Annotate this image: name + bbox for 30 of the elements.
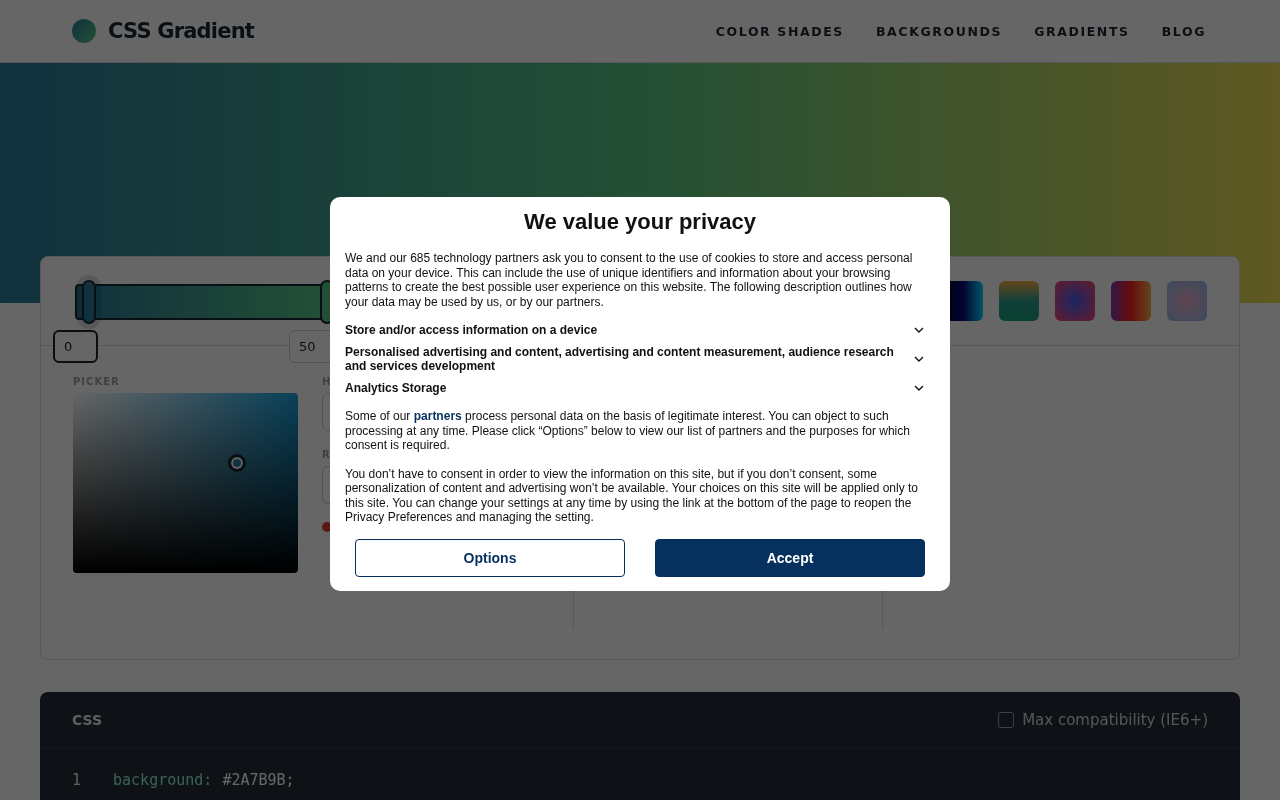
notice-text: You don’t have to consent in order to view the information on this site, but if you don’t consent, some personalization of content and advertising won’t be available. Your choices on this site will be applied only to this site. You can change your settings at any time by using the link at the bottom of the page to reopen the Privacy Preferences and managing the setting. bbox=[345, 466, 920, 525]
picker-handle[interactable] bbox=[228, 454, 246, 472]
logo-icon bbox=[72, 19, 96, 43]
dialog-title: We value your privacy bbox=[523, 209, 757, 235]
options-button[interactable]: Options bbox=[355, 538, 625, 577]
gradient-swatch[interactable] bbox=[1111, 281, 1151, 321]
logo-text[interactable]: CSS Gradient bbox=[108, 19, 255, 43]
accept-button[interactable]: Accept bbox=[655, 538, 925, 577]
partners-link[interactable]: partners bbox=[413, 409, 462, 423]
nav-link[interactable]: BACKGROUNDS bbox=[875, 23, 1003, 39]
gradient-swatch[interactable] bbox=[1055, 281, 1095, 321]
css-property: background: bbox=[113, 771, 213, 789]
gradient-swatch[interactable] bbox=[999, 281, 1039, 321]
code-title: CSS bbox=[72, 712, 103, 728]
legitimate-interest-text: Some of our partners process personal data on the basis of legitimate interest. You can object to such processing at any time. Please click “Options” below to view our list of partners and the purposes for which consent is required. bbox=[345, 409, 911, 453]
color-picker[interactable] bbox=[73, 393, 298, 573]
stop-position-input[interactable]: 0 bbox=[53, 330, 98, 363]
checkbox-icon[interactable] bbox=[998, 712, 1015, 728]
purpose-title[interactable]: Store and/or access information on a device bbox=[345, 323, 905, 337]
nav-link[interactable]: COLOR SHADES bbox=[715, 23, 844, 39]
purpose-title[interactable]: Analytics Storage bbox=[345, 381, 905, 395]
stop-handle[interactable] bbox=[82, 280, 96, 324]
css-value: #2A7B9B; bbox=[222, 771, 295, 789]
nav-link[interactable]: BLOG bbox=[1161, 23, 1206, 39]
intro-text: We and our 685 technology partners ask you to consent to the use of cookies to store and access personal data on your device. This can include the use of unique identifiers and information about your browsing patterns to create the best possible user experience on this website. The following description outlines how your data may be used by us, or by our partners. bbox=[345, 251, 914, 309]
compatibility-checkbox[interactable]: Max compatibility (IE6+) bbox=[998, 711, 1208, 729]
line-number: 1 bbox=[72, 771, 82, 789]
nav-link[interactable]: GRADIENTS bbox=[1034, 23, 1130, 39]
gradient-swatch[interactable] bbox=[1167, 281, 1207, 321]
purpose-title[interactable]: Personalised advertising and content, advertising and content measurement, audience research and services development bbox=[345, 345, 905, 373]
